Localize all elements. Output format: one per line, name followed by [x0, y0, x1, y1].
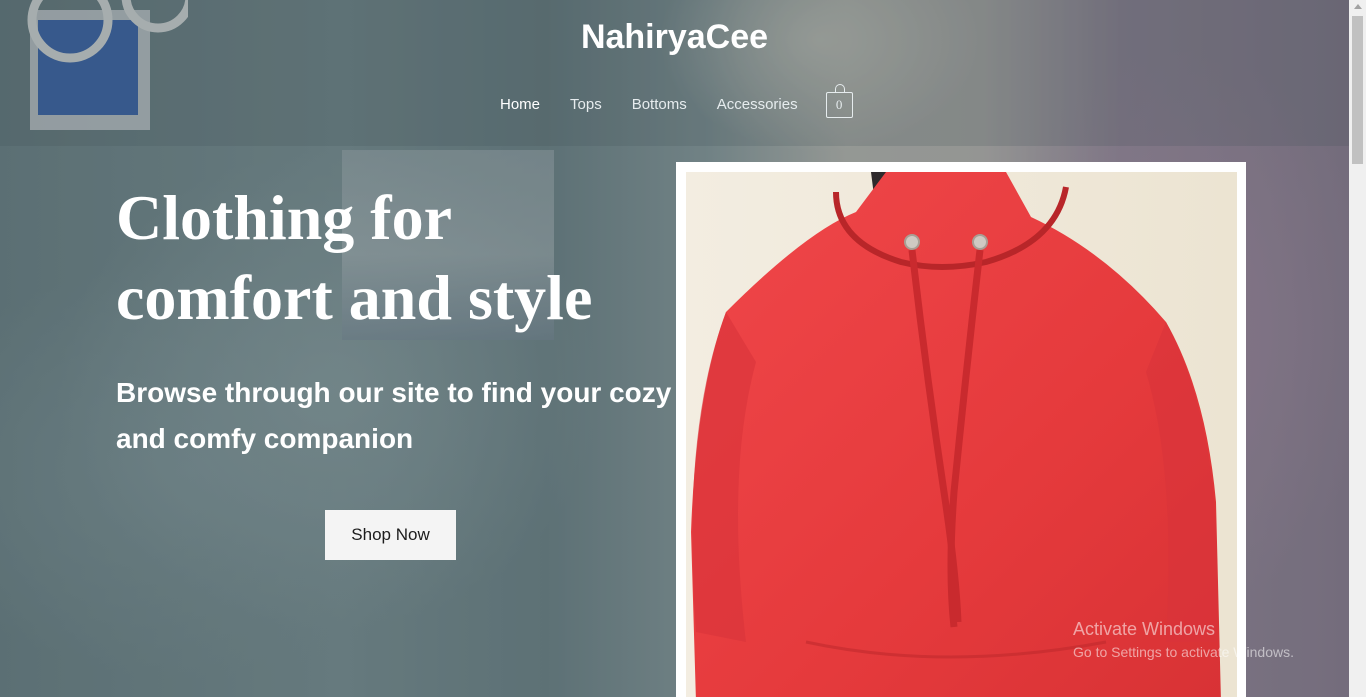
watermark-line1: Activate Windows	[1073, 619, 1216, 639]
nav-item-accessories[interactable]: Accessories	[717, 96, 798, 113]
nav-item-tops[interactable]: Tops	[570, 96, 602, 113]
cart-count: 0	[835, 97, 843, 112]
hero-title-line2: comfort and style	[116, 262, 593, 333]
watermark-line2: Go to Settings to activate Windows.	[1073, 644, 1294, 660]
main-nav: Home Tops Bottoms Accessories 0	[500, 84, 853, 118]
hero-title-line1: Clothing for	[116, 182, 452, 253]
site-title[interactable]: NahiryaCee	[0, 18, 1349, 57]
nav-item-home[interactable]: Home	[500, 96, 540, 113]
shop-now-button[interactable]: Shop Now	[325, 510, 456, 560]
cart-icon[interactable]: 0	[825, 84, 853, 118]
hero-title: Clothing for comfort and style	[116, 178, 676, 338]
scroll-up-icon[interactable]	[1354, 4, 1362, 9]
page-scrollbar[interactable]	[1349, 0, 1366, 697]
hero-subtitle: Browse through our site to find your coz…	[116, 377, 672, 454]
scrollbar-thumb[interactable]	[1352, 16, 1363, 164]
activate-windows-watermark: Activate Windows Go to Settings to activ…	[1073, 619, 1294, 660]
nav-item-bottoms[interactable]: Bottoms	[632, 96, 687, 113]
